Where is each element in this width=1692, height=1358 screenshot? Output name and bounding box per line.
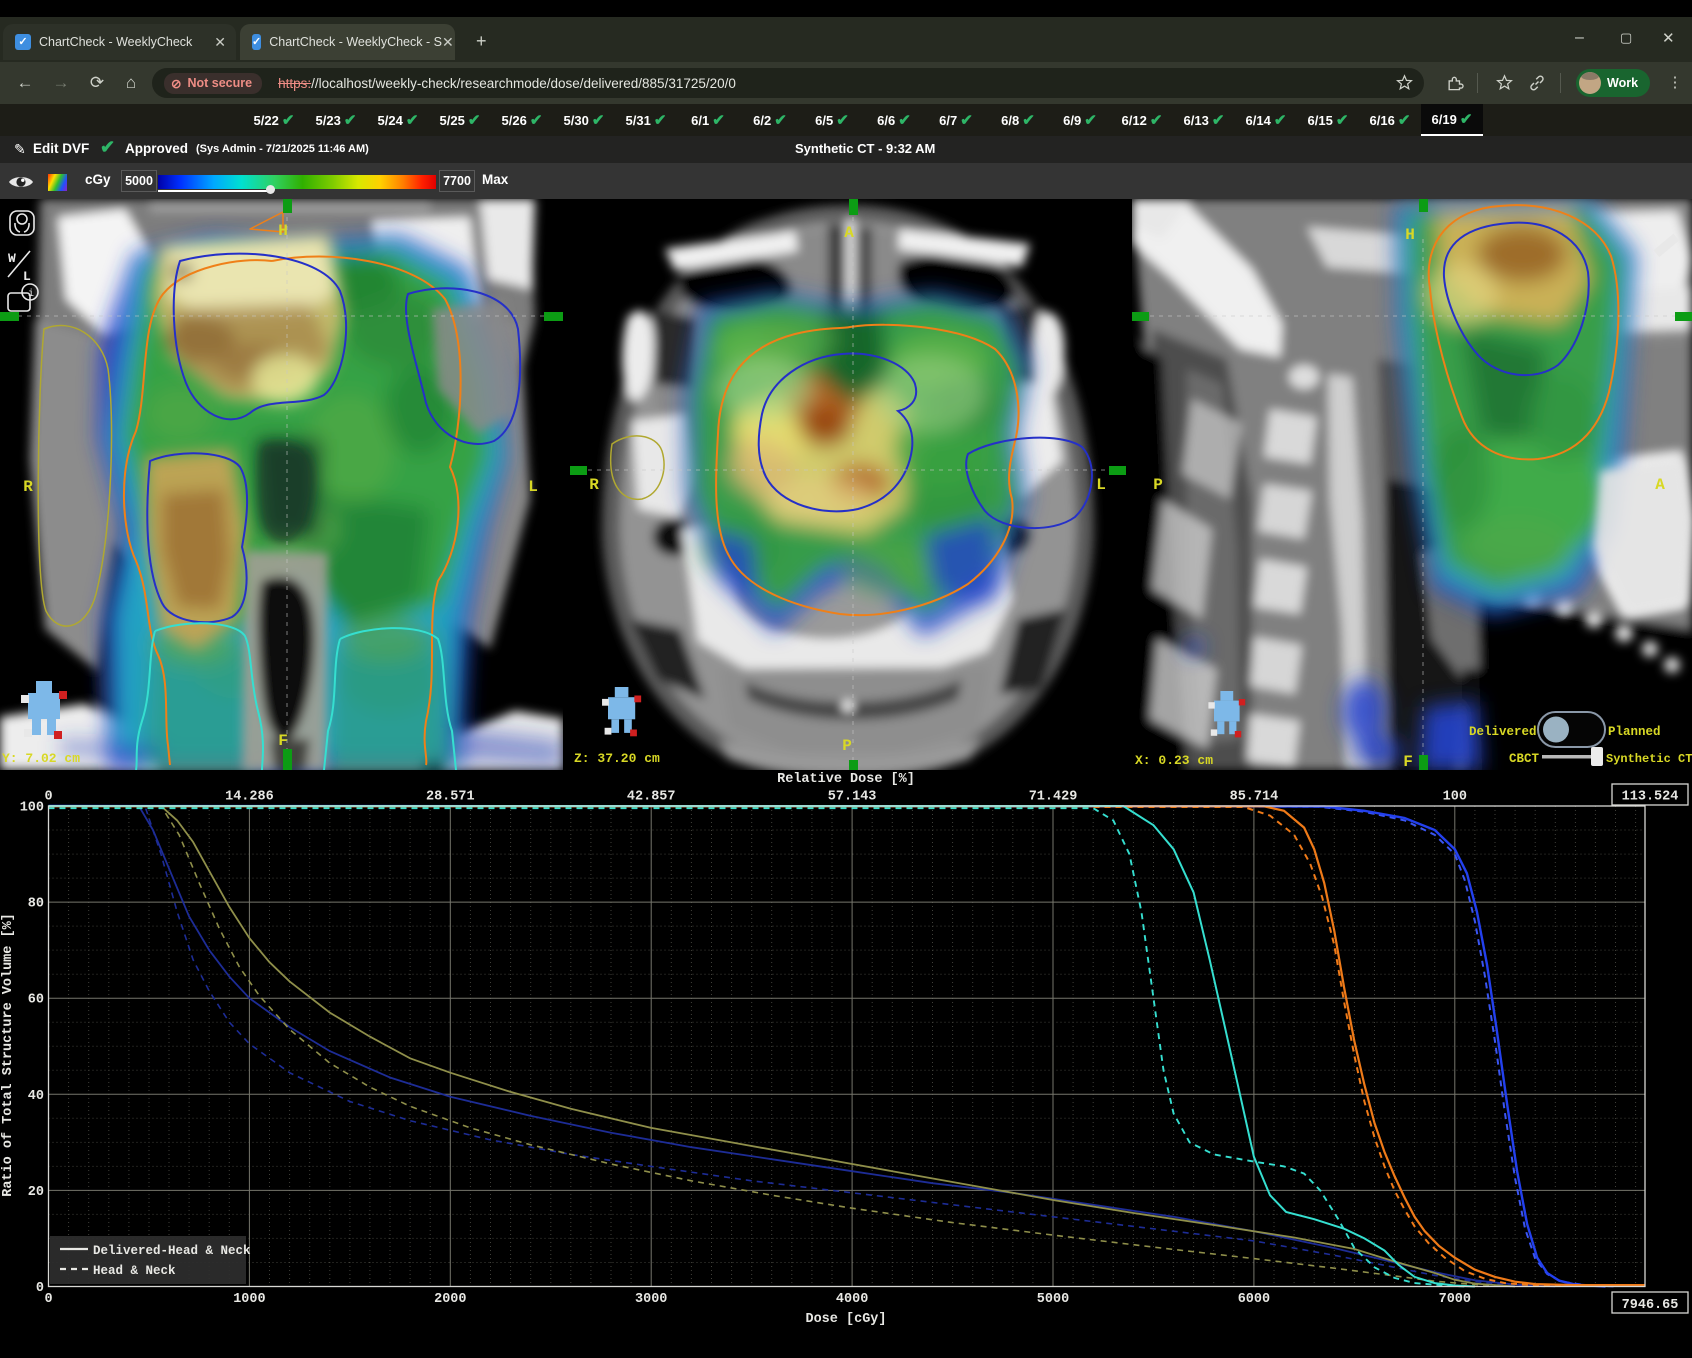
svg-text:7946.65: 7946.65 [1622,1298,1679,1313]
svg-text:71.429: 71.429 [1029,790,1078,805]
svg-text:L: L [528,478,538,496]
svg-text:Synthetic CT: Synthetic CT [1606,752,1692,766]
svg-text:Z: 37.20 cm: Z: 37.20 cm [574,751,660,766]
svg-text:60: 60 [28,993,44,1008]
svg-text:i: i [28,288,34,300]
svg-text:F: F [1403,753,1413,770]
svg-text:80: 80 [28,897,44,912]
svg-text:L: L [23,269,31,284]
svg-text:Delivered: Delivered [1469,725,1537,739]
svg-text:100: 100 [20,801,44,816]
svg-text:7000: 7000 [1439,1292,1471,1307]
svg-text:0: 0 [44,1292,52,1307]
svg-text:40: 40 [28,1089,44,1104]
svg-text:0: 0 [36,1281,44,1296]
svg-text:85.714: 85.714 [1230,790,1279,805]
svg-text:F: F [278,732,288,750]
svg-text:20: 20 [28,1185,44,1200]
svg-text:4000: 4000 [836,1292,868,1307]
svg-text:6000: 6000 [1238,1292,1270,1307]
svg-text:H: H [1405,226,1415,244]
svg-text:X: 0.23 cm: X: 0.23 cm [1135,753,1213,768]
svg-text:Head & Neck: Head & Neck [93,1264,176,1278]
svg-text:14.286: 14.286 [225,790,274,805]
svg-text:CBCT: CBCT [1509,752,1540,766]
svg-text:A: A [844,224,854,242]
svg-text:100: 100 [1443,790,1467,805]
svg-text:A: A [1655,476,1665,494]
svg-text:113.524: 113.524 [1622,790,1679,805]
svg-text:57.143: 57.143 [828,790,877,805]
svg-text:5000: 5000 [1037,1292,1069,1307]
svg-text:Y: 7.02 cm: Y: 7.02 cm [2,751,80,766]
svg-text:Dose [cGy]: Dose [cGy] [805,1312,886,1327]
svg-text:42.857: 42.857 [627,790,676,805]
svg-text:H: H [278,222,288,240]
svg-text:R: R [589,476,599,494]
svg-text:W: W [8,251,16,266]
svg-text:Relative Dose [%]: Relative Dose [%] [777,772,915,787]
svg-text:P: P [1153,476,1163,494]
svg-text:Ratio of Total Structure Volum: Ratio of Total Structure Volume [%] [1,913,16,1197]
svg-text:2000: 2000 [434,1292,466,1307]
svg-text:P: P [842,737,852,755]
svg-text:R: R [23,478,33,496]
svg-text:0: 0 [44,790,52,805]
svg-text:28.571: 28.571 [426,790,475,805]
svg-text:L: L [1096,476,1106,494]
svg-text:1000: 1000 [233,1292,265,1307]
svg-text:Planned: Planned [1608,725,1661,739]
svg-text:Delivered-Head & Neck: Delivered-Head & Neck [93,1244,251,1258]
svg-text:3000: 3000 [635,1292,667,1307]
